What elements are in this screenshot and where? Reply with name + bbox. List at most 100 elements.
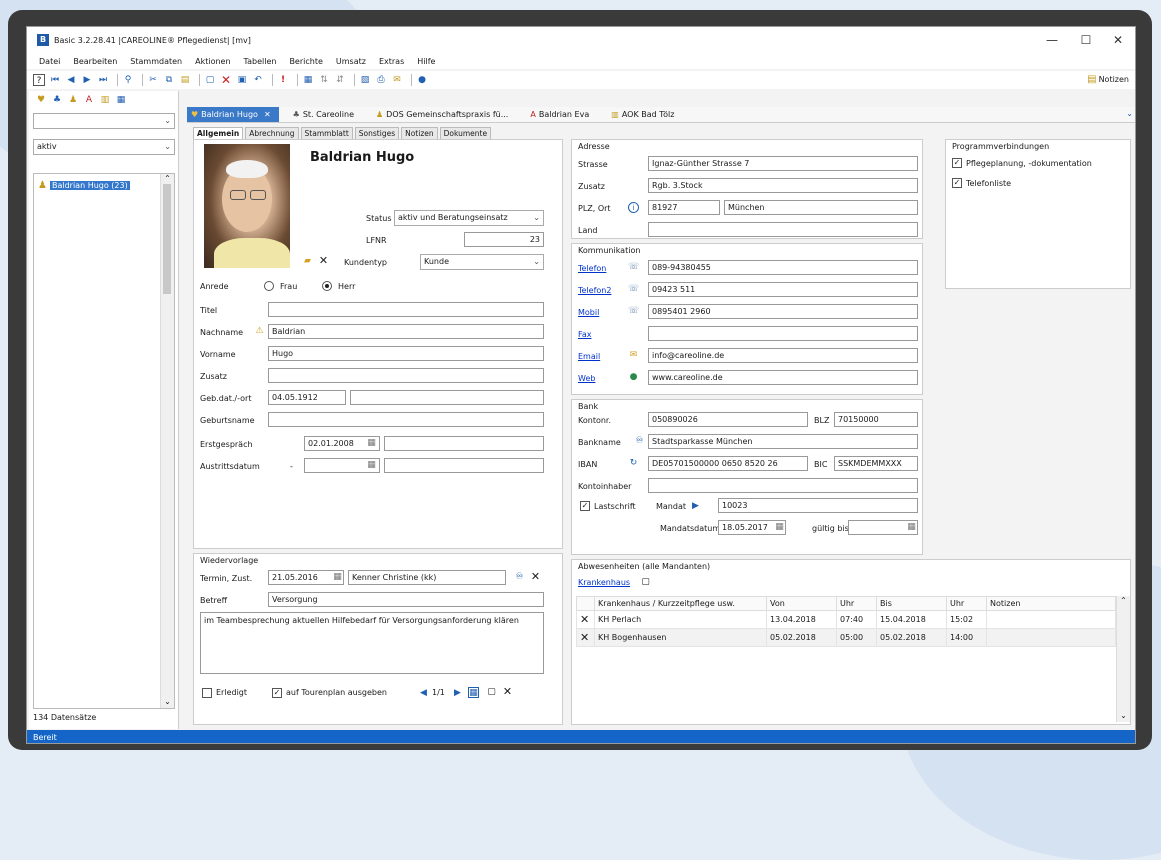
scrollbar[interactable]: ⌃ ⌄ (1116, 596, 1130, 722)
betreff-field[interactable]: Versorgung (268, 592, 544, 607)
scroll-down-icon[interactable]: ⌄ (1117, 711, 1130, 720)
krankenhaus-link[interactable]: Krankenhaus (578, 578, 630, 587)
warning-icon[interactable]: ! (277, 74, 289, 86)
blz-field[interactable]: 70150000 (834, 412, 918, 427)
close-button[interactable]: ✕ (1103, 30, 1133, 50)
titel-field[interactable] (268, 302, 544, 317)
frau-radio[interactable] (264, 281, 274, 291)
table-view-icon[interactable]: ▦ (115, 94, 127, 106)
geburtsort-field[interactable] (350, 390, 544, 405)
ort-field[interactable]: München (724, 200, 918, 215)
fax-field[interactable] (648, 326, 918, 341)
herr-radio[interactable] (322, 281, 332, 291)
table-header-cell[interactable]: Von (766, 596, 837, 611)
plz-field[interactable]: 81927 (648, 200, 720, 215)
staff-icon[interactable]: ♣ (51, 94, 63, 106)
scrollbar[interactable]: ⌃ ⌄ (160, 174, 174, 708)
table-row[interactable]: ✕ KH Perlach 13.04.2018 07:40 15.04.2018… (576, 610, 1116, 629)
tab-dokumente[interactable]: Dokumente (439, 127, 492, 139)
tab-st-careoline[interactable]: ♣ St. Careoline (289, 107, 362, 122)
calendar-icon[interactable]: ▦ (366, 460, 377, 471)
telefon-field[interactable]: 089-94380455 (648, 260, 918, 275)
mobil-link[interactable]: Mobil (578, 308, 599, 317)
close-icon[interactable]: ✕ (264, 108, 271, 122)
next-icon[interactable]: ▶ (452, 688, 463, 699)
calendar-icon[interactable]: ▦ (774, 522, 785, 533)
table-header-cell[interactable]: Notizen (986, 596, 1116, 611)
tab-notizen[interactable]: Notizen (401, 127, 438, 139)
telefon2-field[interactable]: 09423 511 (648, 282, 918, 297)
table-header-cell[interactable]: Bis (876, 596, 947, 611)
sort-asc-icon[interactable]: ⇅ (318, 74, 330, 86)
bic-field[interactable]: SSKMDEMMXXX (834, 456, 918, 471)
next-record-icon[interactable]: ▶ (81, 74, 93, 86)
sort-desc-icon[interactable]: ⇵ (334, 74, 346, 86)
notes-button[interactable]: ▤ Notizen (1087, 74, 1129, 85)
nachname-field[interactable]: Baldrian (268, 324, 544, 339)
calendar-icon[interactable]: ▦ (468, 687, 479, 698)
search-combo[interactable]: ⌄ (33, 113, 175, 129)
delete-icon[interactable]: ✕ (220, 74, 232, 86)
undo-icon[interactable]: ↶ (252, 74, 264, 86)
scroll-up-icon[interactable]: ⌃ (1117, 596, 1130, 605)
calendar-icon[interactable]: ▦ (366, 438, 377, 449)
land-field[interactable] (648, 222, 918, 237)
kontoinhaber-field[interactable] (648, 478, 918, 493)
menu-berichte[interactable]: Berichte (289, 57, 322, 66)
new-icon[interactable]: ▢ (640, 577, 651, 588)
new-icon[interactable]: ▢ (204, 74, 216, 86)
menu-datei[interactable]: Datei (39, 57, 60, 66)
folder-icon[interactable]: ▰ (302, 256, 313, 267)
telefon2-link[interactable]: Telefon2 (578, 286, 611, 295)
bankname-field[interactable]: Stadtsparkasse München (648, 434, 918, 449)
menu-tabellen[interactable]: Tabellen (244, 57, 277, 66)
print-icon[interactable]: ⎙ (375, 74, 387, 86)
find-icon[interactable]: ⚲ (122, 74, 134, 86)
customer-icon[interactable]: ♥ (35, 94, 47, 106)
help-icon[interactable]: ? (33, 74, 45, 86)
email-link[interactable]: Email (578, 352, 600, 361)
clear-icon[interactable]: ✕ (530, 571, 541, 582)
list-item[interactable]: ♟ Baldrian Hugo (23) (38, 180, 130, 191)
geburtsname-field[interactable] (268, 412, 544, 427)
web-link[interactable]: Web (578, 374, 595, 383)
mobil-field[interactable]: 0895401 2960 (648, 304, 918, 319)
calendar-icon[interactable]: ▦ (906, 522, 917, 533)
scroll-thumb[interactable] (163, 184, 171, 294)
erledigt-checkbox[interactable] (202, 688, 212, 698)
menu-bearbeiten[interactable]: Bearbeiten (73, 57, 117, 66)
menu-stammdaten[interactable]: Stammdaten (130, 57, 182, 66)
menu-hilfe[interactable]: Hilfe (417, 57, 435, 66)
table-icon[interactable]: ▦ (302, 74, 314, 86)
menu-aktionen[interactable]: Aktionen (195, 57, 230, 66)
new-icon[interactable]: ▢ (486, 687, 497, 698)
doctor-icon[interactable]: A (83, 94, 95, 106)
telefonliste-checkbox[interactable]: ✓ (952, 178, 962, 188)
delete-row-icon[interactable]: ✕ (576, 628, 595, 647)
prev-icon[interactable]: ◀ (418, 688, 429, 699)
tab-aok-bad-toelz[interactable]: ▥ AOK Bad Tölz (607, 107, 682, 122)
lfnr-field[interactable]: 23 (464, 232, 544, 247)
first-record-icon[interactable]: ⏮ (49, 74, 61, 86)
fax-link[interactable]: Fax (578, 330, 592, 339)
tourenplan-checkbox[interactable]: ✓ (272, 688, 282, 698)
zusatz-field[interactable] (268, 368, 544, 383)
web-field[interactable]: www.careoline.de (648, 370, 918, 385)
table-header-cell[interactable]: Uhr (836, 596, 877, 611)
binoculars-icon[interactable]: ♾ (634, 436, 645, 447)
delete-photo-icon[interactable]: ✕ (318, 255, 329, 266)
paste-icon[interactable]: ▤ (179, 74, 191, 86)
last-record-icon[interactable]: ⏭ (97, 74, 109, 86)
menu-extras[interactable]: Extras (379, 57, 404, 66)
mandat-field[interactable]: 10023 (718, 498, 918, 513)
delete-icon[interactable]: ✕ (502, 686, 513, 697)
telefon-link[interactable]: Telefon (578, 264, 606, 273)
zustaendig-field[interactable]: Kenner Christine (kk) (348, 570, 506, 585)
pflegeplanung-checkbox[interactable]: ✓ (952, 158, 962, 168)
tab-baldrian-hugo[interactable]: ♥ Baldrian Hugo ✕ (187, 107, 279, 122)
strasse-field[interactable]: Ignaz-Günther Strasse 7 (648, 156, 918, 171)
maximize-button[interactable]: ☐ (1071, 30, 1101, 50)
table-header-cell[interactable]: Krankenhaus / Kurzzeitpflege usw. (594, 596, 767, 611)
table-row[interactable]: ✕ KH Bogenhausen 05.02.2018 05:00 05.02.… (576, 628, 1116, 647)
phone-icon[interactable]: ☏ (628, 306, 639, 317)
